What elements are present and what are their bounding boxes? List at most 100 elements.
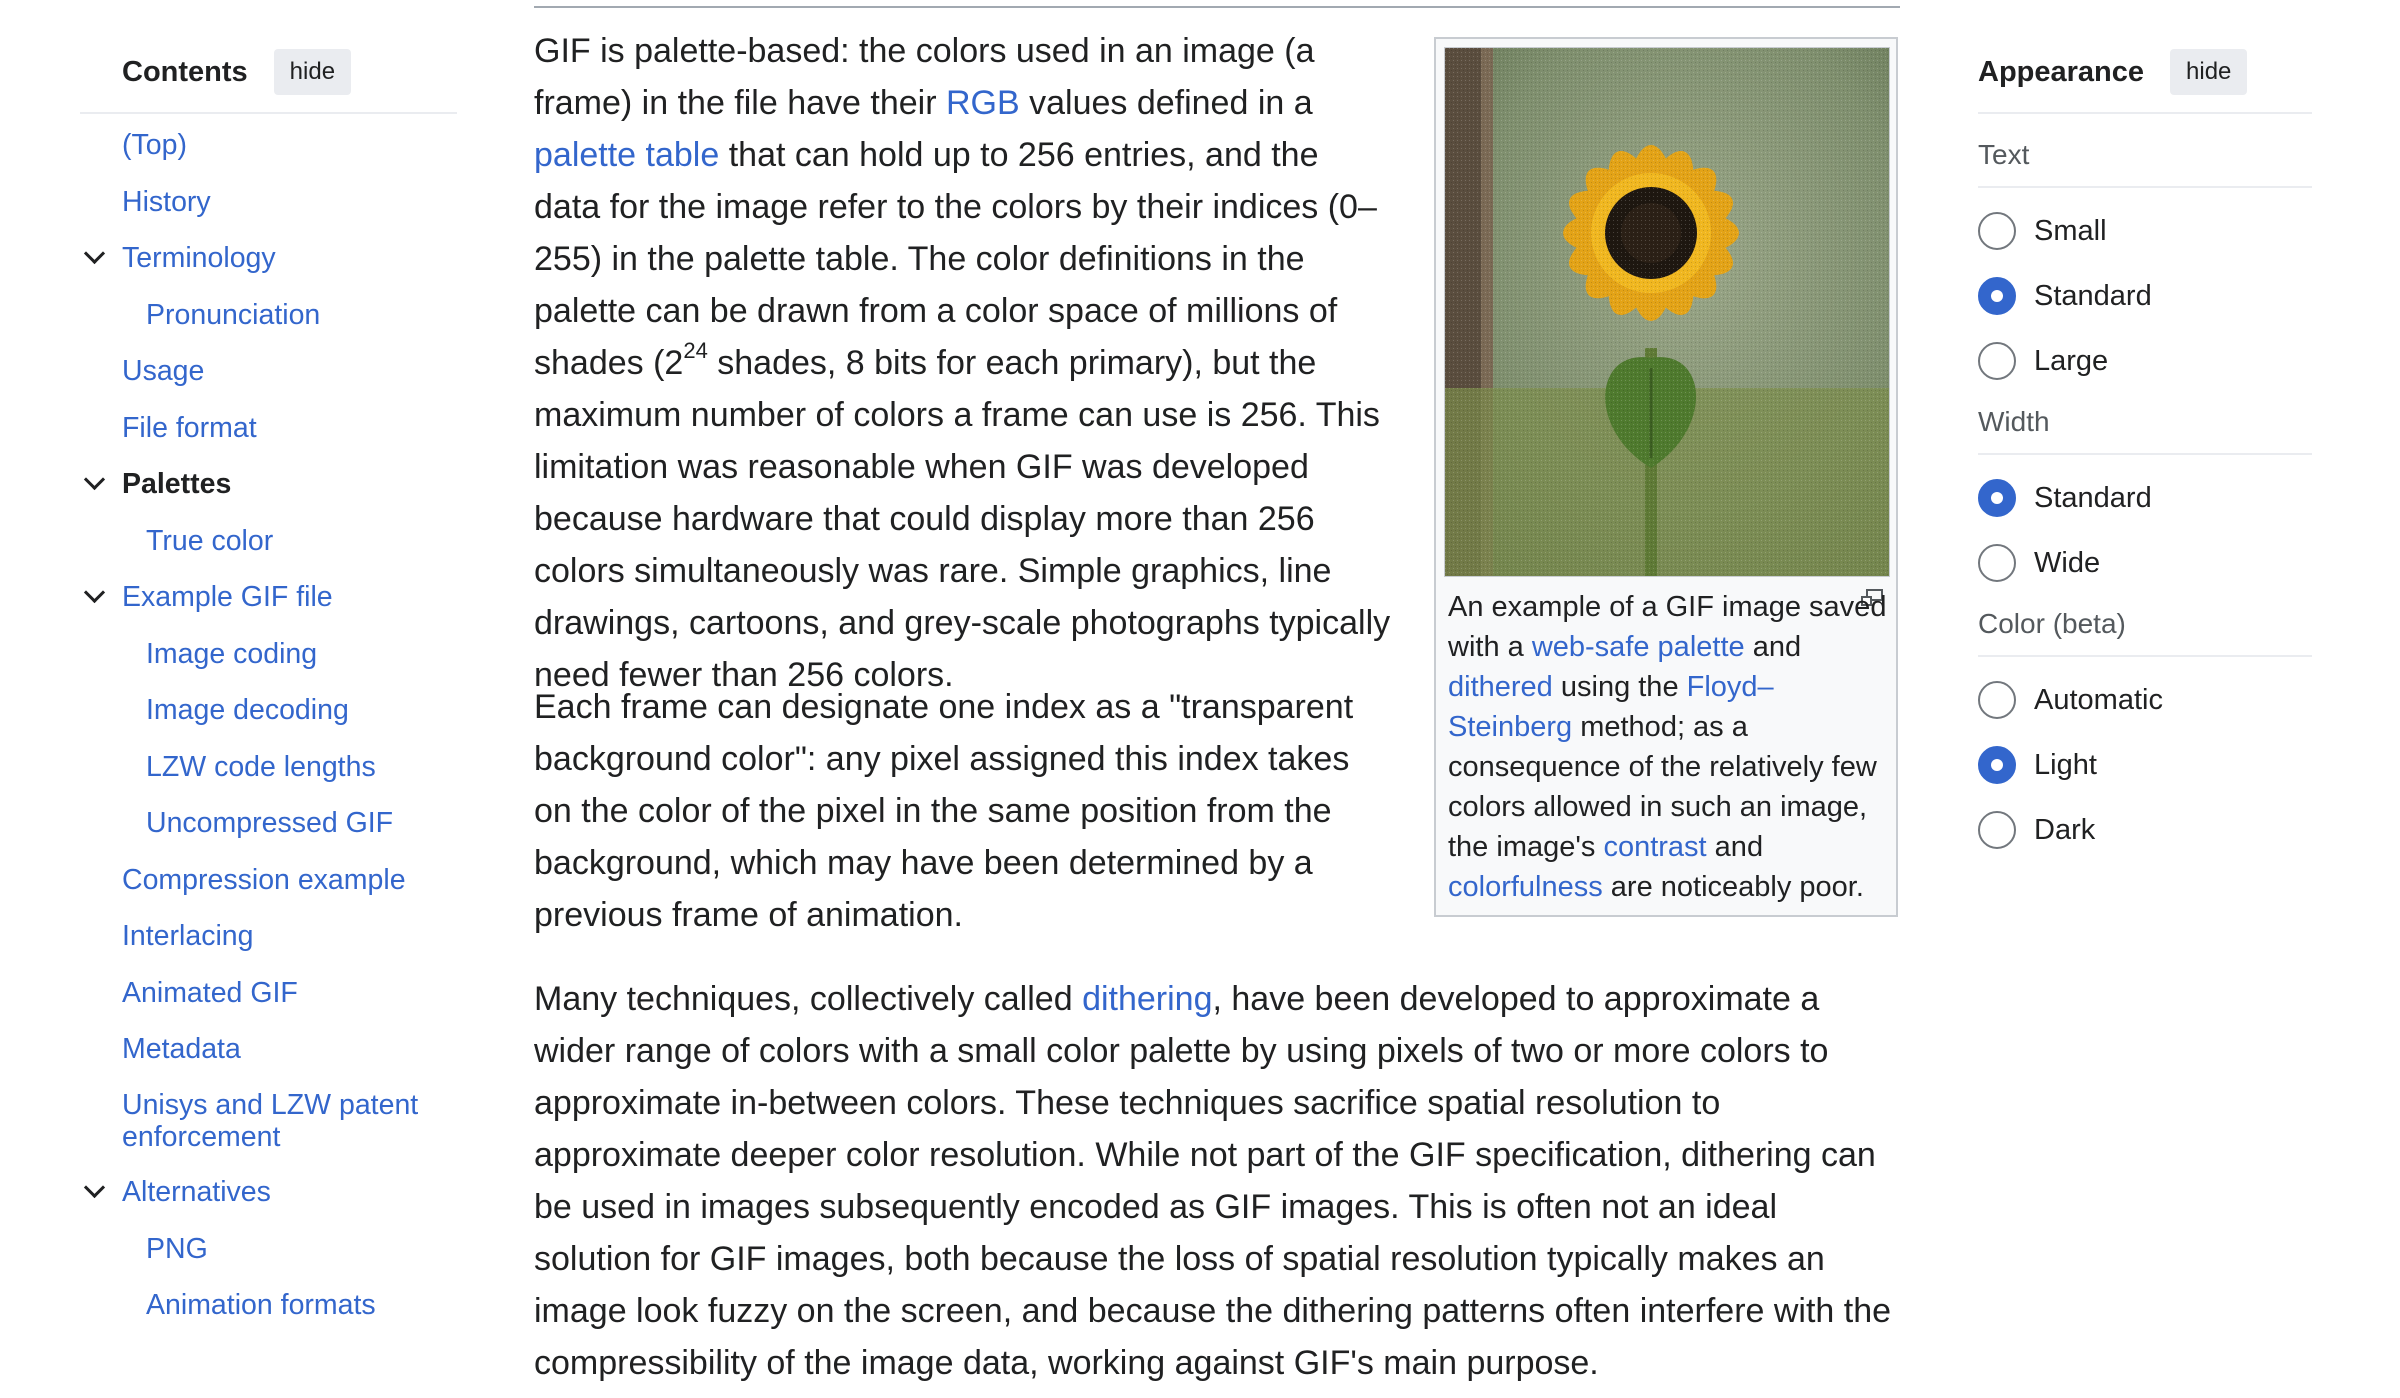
toc-item-label: History bbox=[122, 185, 211, 218]
link-dithering[interactable]: dithering bbox=[1082, 980, 1212, 1018]
toc-item-usage[interactable]: Usage bbox=[80, 354, 457, 388]
link-contrast[interactable]: contrast bbox=[1603, 831, 1706, 863]
toc-item-metadata[interactable]: Metadata bbox=[80, 1032, 457, 1066]
toc-title: Contents bbox=[122, 55, 248, 88]
sunflower-image-art bbox=[1445, 48, 1889, 576]
text-run: are noticeably poor. bbox=[1602, 871, 1864, 903]
radio-text-standard[interactable]: Standard bbox=[1978, 275, 2312, 317]
radio-text-small[interactable]: Small bbox=[1978, 210, 2312, 252]
radio-button[interactable] bbox=[1978, 544, 2016, 582]
chevron-down-icon[interactable] bbox=[84, 247, 102, 265]
appearance-panel: Appearance hide Text Small Standard Larg… bbox=[1978, 46, 2312, 874]
radio-color-light[interactable]: Light bbox=[1978, 744, 2312, 786]
link-rgb[interactable]: RGB bbox=[946, 84, 1020, 122]
radio-button[interactable] bbox=[1978, 811, 2016, 849]
toc-item-label: (Top) bbox=[122, 129, 187, 161]
radio-label: Small bbox=[2034, 214, 2107, 247]
text-run: , have been developed to approximate a w… bbox=[534, 980, 1892, 1382]
radio-label: Automatic bbox=[2034, 683, 2163, 716]
group-label-color: Color (beta) bbox=[1978, 607, 2312, 657]
toc-item-pronunciation[interactable]: Pronunciation bbox=[80, 298, 457, 332]
radio-color-automatic[interactable]: Automatic bbox=[1978, 679, 2312, 721]
toc-item-top[interactable]: (Top) bbox=[80, 128, 457, 162]
text-run: shades, 8 bits for each primary), but th… bbox=[534, 344, 1391, 694]
group-label-text: Text bbox=[1978, 138, 2312, 188]
chevron-down-icon[interactable] bbox=[84, 586, 102, 604]
radio-label: Standard bbox=[2034, 279, 2152, 312]
radio-width-wide[interactable]: Wide bbox=[1978, 542, 2312, 584]
toc-hide-button[interactable]: hide bbox=[273, 49, 352, 95]
toc-item-label: File format bbox=[122, 411, 257, 444]
toc-item-alternatives[interactable]: Alternatives bbox=[80, 1175, 457, 1209]
link-palette-table[interactable]: palette table bbox=[534, 136, 719, 174]
toc-item-label: True color bbox=[146, 524, 274, 557]
toc-item-lzw-code-lengths[interactable]: LZW code lengths bbox=[80, 750, 457, 784]
text-run: values defined in a bbox=[1019, 84, 1313, 122]
radio-width-standard[interactable]: Standard bbox=[1978, 477, 2312, 519]
radio-button[interactable] bbox=[1978, 277, 2016, 315]
chevron-down-icon[interactable] bbox=[84, 1181, 102, 1199]
toc-item-label: Alternatives bbox=[122, 1176, 271, 1208]
toc-item-true-color[interactable]: True color bbox=[80, 524, 457, 558]
toc-item-label: Uncompressed GIF bbox=[146, 807, 394, 839]
toc-item-label: Animated GIF bbox=[122, 976, 298, 1009]
toc-list: (Top) History Terminology Pronunciation … bbox=[80, 128, 457, 1322]
appearance-header: Appearance hide bbox=[1978, 46, 2312, 114]
chevron-down-icon[interactable] bbox=[84, 473, 102, 491]
toc-item-label: Animation formats bbox=[146, 1289, 376, 1321]
group-label-width: Width bbox=[1978, 405, 2312, 455]
toc-item-label: Image decoding bbox=[146, 694, 349, 726]
sunflower-image[interactable] bbox=[1444, 47, 1890, 577]
toc-item-terminology[interactable]: Terminology bbox=[80, 241, 457, 275]
link-colorfulness[interactable]: colorfulness bbox=[1448, 871, 1603, 903]
toc-item-animated-gif[interactable]: Animated GIF bbox=[80, 976, 457, 1010]
toc-item-label: Example GIF file bbox=[122, 581, 333, 613]
appearance-title: Appearance bbox=[1978, 55, 2145, 88]
toc-item-label: Pronunciation bbox=[146, 298, 321, 331]
radio-button[interactable] bbox=[1978, 212, 2016, 250]
table-of-contents: Contents hide (Top) History Terminology … bbox=[80, 46, 457, 1345]
toc-item-label: LZW code lengths bbox=[146, 750, 376, 783]
link-dithered[interactable]: dithered bbox=[1448, 671, 1553, 703]
radio-color-dark[interactable]: Dark bbox=[1978, 809, 2312, 851]
toc-item-label: Compression example bbox=[122, 863, 406, 896]
radio-button[interactable] bbox=[1978, 681, 2016, 719]
toc-item-label: Image coding bbox=[146, 637, 318, 670]
toc-item-image-decoding[interactable]: Image decoding bbox=[80, 693, 457, 727]
radio-label: Light bbox=[2034, 748, 2097, 781]
text-run: and bbox=[1706, 831, 1764, 863]
toc-item-label: Usage bbox=[122, 355, 205, 387]
radio-button[interactable] bbox=[1978, 746, 2016, 784]
toc-item-png[interactable]: PNG bbox=[80, 1232, 457, 1266]
color-group: Color (beta) Automatic Light Dark bbox=[1978, 607, 2312, 851]
toc-item-file-format[interactable]: File format bbox=[80, 411, 457, 445]
superscript: 24 bbox=[683, 337, 708, 363]
text-run: using the bbox=[1552, 671, 1687, 703]
toc-item-label: Interlacing bbox=[122, 920, 254, 952]
paragraph-dithering: Many techniques, collectively called dit… bbox=[534, 973, 1900, 1389]
figure-caption: An example of a GIF image saved with a w… bbox=[1448, 587, 1888, 907]
link-web-safe-palette[interactable]: web-safe palette bbox=[1532, 631, 1745, 663]
radio-label: Dark bbox=[2034, 813, 2096, 846]
toc-item-label: Palettes bbox=[122, 468, 232, 500]
radio-text-large[interactable]: Large bbox=[1978, 340, 2312, 382]
toc-item-compression-example[interactable]: Compression example bbox=[80, 863, 457, 897]
thumbnail-figure: An example of a GIF image saved with a w… bbox=[1434, 37, 1898, 917]
toc-item-palettes[interactable]: Palettes bbox=[80, 467, 457, 501]
text-run: Many techniques, collectively called bbox=[534, 980, 1083, 1018]
appearance-hide-button[interactable]: hide bbox=[2170, 49, 2248, 95]
toc-item-history[interactable]: History bbox=[80, 185, 457, 219]
toc-item-example-gif-file[interactable]: Example GIF file bbox=[80, 580, 457, 614]
toc-item-label: Unisys and LZW patent enforcement bbox=[122, 1088, 419, 1153]
radio-label: Standard bbox=[2034, 481, 2152, 514]
radio-label: Wide bbox=[2034, 546, 2101, 579]
toc-item-animation-formats[interactable]: Animation formats bbox=[80, 1288, 457, 1322]
text-size-group: Text Small Standard Large bbox=[1978, 138, 2312, 382]
radio-button[interactable] bbox=[1978, 479, 2016, 517]
toc-item-interlacing[interactable]: Interlacing bbox=[80, 919, 457, 953]
paragraph-palette: GIF is palette-based: the colors used in… bbox=[534, 25, 1394, 701]
toc-item-uncompressed-gif[interactable]: Uncompressed GIF bbox=[80, 806, 457, 840]
toc-item-image-coding[interactable]: Image coding bbox=[80, 637, 457, 671]
toc-item-unisys-lzw-patent[interactable]: Unisys and LZW patent enforcement bbox=[80, 1089, 462, 1153]
radio-button[interactable] bbox=[1978, 342, 2016, 380]
